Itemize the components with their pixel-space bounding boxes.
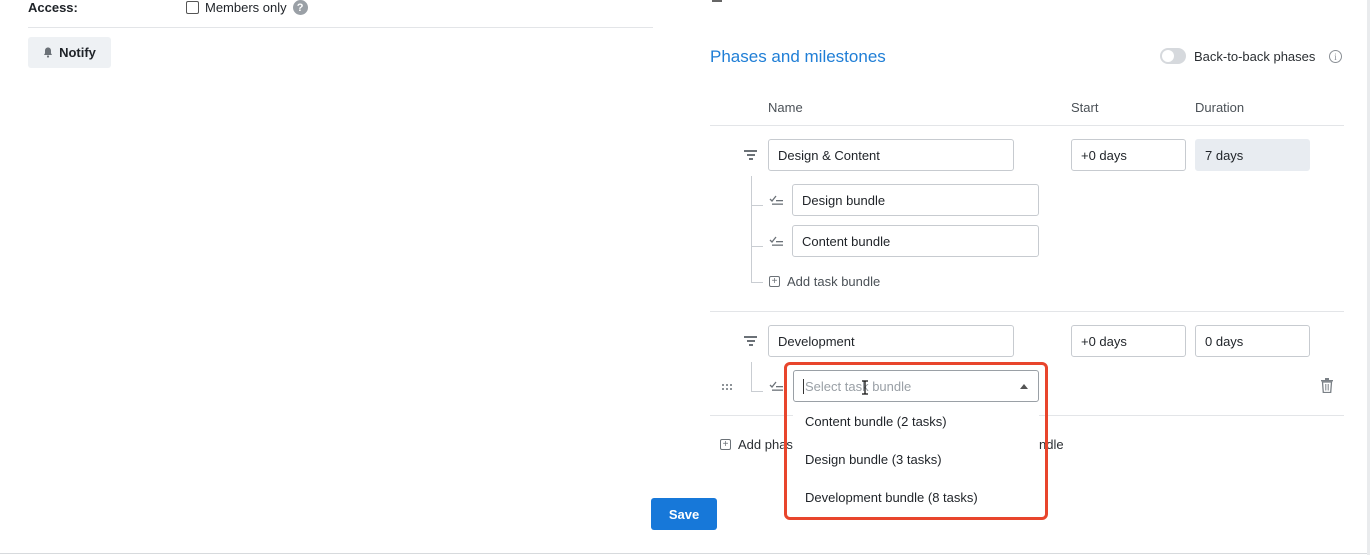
- phase-name-input[interactable]: Design & Content: [768, 139, 1014, 171]
- members-only-option[interactable]: Members only ?: [186, 0, 308, 15]
- trash-icon[interactable]: [1320, 378, 1334, 393]
- phase-name-input[interactable]: Development: [768, 325, 1014, 357]
- column-header-duration: Duration: [1195, 100, 1245, 115]
- info-icon[interactable]: i: [1329, 50, 1342, 63]
- tree-line: [751, 362, 752, 391]
- plus-icon: +: [769, 276, 780, 287]
- add-task-bundle-label: Add task bundle: [787, 274, 881, 289]
- task-bundle-icon: [769, 236, 783, 246]
- phase-duration-field: 7 days: [1195, 139, 1310, 171]
- notify-button[interactable]: Notify: [28, 37, 111, 68]
- column-header-name: Name: [768, 100, 803, 115]
- phase-icon: [744, 336, 757, 346]
- column-header-start: Start: [1071, 100, 1099, 115]
- save-button[interactable]: Save: [651, 498, 717, 530]
- help-icon[interactable]: ?: [292, 0, 308, 15]
- task-bundle-icon: [769, 381, 783, 391]
- drag-handle-icon[interactable]: [721, 383, 733, 391]
- phase-start-input[interactable]: +0 days: [1071, 139, 1186, 171]
- plus-icon: +: [720, 439, 731, 450]
- tree-line: [751, 176, 752, 282]
- notify-label: Notify: [59, 45, 96, 60]
- add-phase-button[interactable]: + Add phas: [720, 437, 793, 452]
- add-task-bundle-button[interactable]: + Add task bundle: [769, 274, 880, 289]
- left-divider: [28, 27, 653, 28]
- tree-branch: [751, 205, 763, 206]
- bottom-divider: [0, 553, 1370, 554]
- tree-branch: [751, 246, 763, 247]
- members-only-label: Members only: [205, 0, 287, 15]
- section-title: Phases and milestones: [710, 47, 886, 66]
- phase-icon: [744, 150, 757, 160]
- tree-branch: [751, 391, 763, 392]
- task-bundle-input[interactable]: Design bundle: [792, 184, 1039, 216]
- tree-branch: [751, 282, 763, 283]
- back-to-back-toggle[interactable]: [1160, 48, 1186, 64]
- highlight-box: [784, 362, 1048, 520]
- bell-icon: [44, 47, 53, 58]
- back-to-back-label: Back-to-back phases: [1194, 49, 1316, 64]
- phase-duration-input[interactable]: 0 days: [1195, 325, 1310, 357]
- phase-start-input[interactable]: +0 days: [1071, 325, 1186, 357]
- task-bundle-input[interactable]: Content bundle: [792, 225, 1039, 257]
- members-only-checkbox[interactable]: [186, 1, 199, 14]
- task-bundle-icon: [769, 195, 783, 205]
- phase-divider: [710, 311, 1344, 312]
- access-label: Access:: [28, 0, 78, 15]
- header-divider: [710, 125, 1344, 126]
- clipped-checkbox-edge: [712, 0, 722, 2]
